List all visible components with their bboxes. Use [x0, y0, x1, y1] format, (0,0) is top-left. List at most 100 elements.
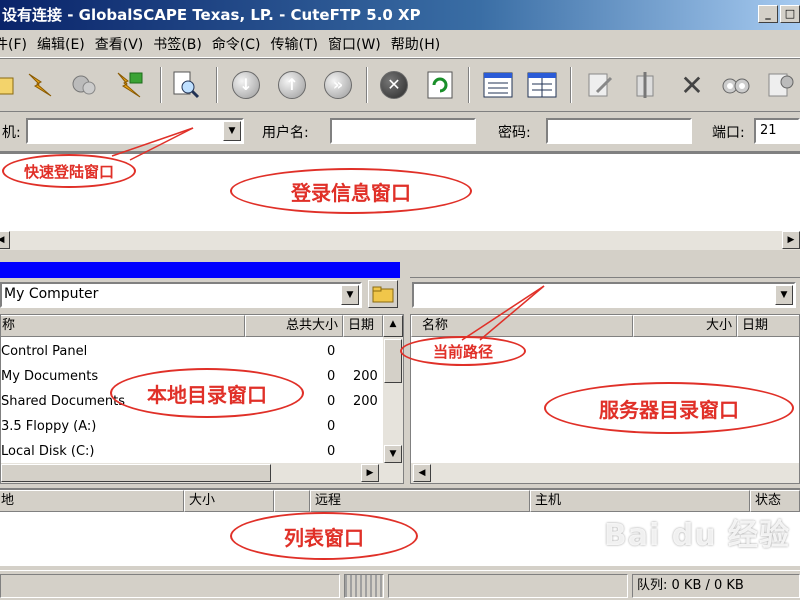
arrow-up-icon: ▲ — [389, 319, 397, 329]
arrow-right-icon: ▶ — [787, 235, 795, 245]
queue-col-local[interactable]: 地 — [0, 490, 184, 512]
local-vertical-scrollbar[interactable]: ▼ — [383, 337, 403, 463]
menu-file[interactable]: 件(F) — [0, 34, 37, 54]
local-path-combo[interactable]: My Computer ▼ — [0, 282, 362, 308]
local-pane-active-bar — [0, 262, 400, 278]
remote-col-date[interactable]: 日期 — [737, 315, 799, 337]
properties-button[interactable] — [628, 67, 664, 103]
connect-button[interactable] — [22, 67, 58, 103]
remote-scroll-left-button[interactable]: ◀ — [413, 464, 431, 482]
view-button[interactable] — [718, 67, 754, 103]
queue-col-remote[interactable]: 远程 — [310, 490, 530, 512]
upload-button[interactable]: ↑ — [274, 67, 310, 103]
site-manager-button[interactable] — [0, 67, 22, 103]
local-scroll-up-button[interactable]: ▲ — [383, 315, 403, 337]
remote-col-name[interactable]: 名称 — [411, 315, 633, 337]
delete-x-icon: ✕ — [680, 68, 704, 102]
lightning-connect-icon — [28, 73, 52, 97]
delete-button[interactable]: ✕ — [674, 67, 710, 103]
minimize-button[interactable]: _ — [758, 5, 778, 23]
reconnect-button[interactable] — [66, 67, 102, 103]
menu-edit[interactable]: 编辑(E) — [37, 34, 95, 54]
refresh-button[interactable] — [422, 67, 458, 103]
annotation-quick-login: 快速登陆窗口 — [2, 154, 136, 188]
list-item[interactable]: Control Panel 0 — [1, 339, 381, 364]
queue-col-status[interactable]: 状态 — [750, 490, 800, 512]
arrow-right-icon: ▶ — [366, 468, 374, 478]
annotation-list-window: 列表窗口 — [230, 512, 418, 560]
queue-col-size[interactable]: 大小 — [184, 490, 274, 512]
username-label: 用户名: — [262, 125, 309, 141]
toolbar-separator — [216, 67, 218, 103]
port-input[interactable]: 21 — [754, 118, 800, 144]
view-list-button[interactable] — [480, 67, 516, 103]
status-panel-main — [0, 574, 340, 598]
password-input[interactable] — [546, 118, 692, 144]
details-view-icon — [527, 72, 557, 98]
menu-view[interactable]: 查看(V) — [95, 34, 154, 54]
local-col-date[interactable]: 日期 — [343, 315, 383, 337]
edit-button[interactable] — [582, 67, 618, 103]
search-button[interactable] — [168, 67, 204, 103]
remote-horizontal-scrollbar[interactable]: ◀ — [411, 463, 799, 483]
minimize-icon: _ — [765, 7, 771, 20]
chevron-down-icon: ▼ — [228, 126, 236, 136]
toolbar-separator — [160, 67, 162, 103]
local-path-value: My Computer — [4, 286, 99, 302]
transfer-queue-button[interactable]: » — [320, 67, 356, 103]
queue-col-blank[interactable] — [274, 490, 310, 512]
view-details-button[interactable] — [524, 67, 560, 103]
list-item[interactable]: Local Disk (C:) 0 — [1, 439, 381, 464]
local-col-size[interactable]: 总共大小 — [245, 315, 343, 337]
local-scroll-right-button[interactable]: ▶ — [361, 464, 379, 482]
disconnect-button[interactable] — [112, 67, 148, 103]
host-dropdown-button[interactable]: ▼ — [223, 121, 241, 141]
binoculars-icon — [722, 78, 750, 94]
remote-path-dropdown[interactable]: ▼ — [775, 285, 793, 305]
pane-splitter[interactable] — [0, 250, 800, 262]
host-label: 机: — [2, 125, 21, 141]
scroll-left-button[interactable]: ◀ — [0, 231, 10, 249]
settings-button[interactable] — [762, 67, 798, 103]
download-button[interactable]: ↓ — [228, 67, 264, 103]
password-label: 密码: — [498, 125, 531, 141]
arrow-down-icon: ▼ — [389, 449, 397, 459]
remote-col-size[interactable]: 大小 — [633, 315, 737, 337]
toolbar-separator — [366, 67, 368, 103]
local-path-dropdown[interactable]: ▼ — [341, 285, 359, 305]
local-scroll-down-button[interactable]: ▼ — [384, 445, 402, 463]
menu-bookmarks[interactable]: 书签(B) — [153, 34, 212, 54]
folder-icon — [372, 286, 394, 303]
arrow-down-icon: ↓ — [232, 71, 260, 99]
menu-transfer[interactable]: 传输(T) — [271, 34, 328, 54]
stop-x-icon: ✕ — [380, 71, 408, 99]
local-col-name[interactable]: 称 — [1, 315, 245, 337]
menu-help[interactable]: 帮助(H) — [391, 34, 450, 54]
edit-document-icon — [588, 73, 613, 97]
maximize-button[interactable]: □ — [780, 5, 800, 23]
queue-col-host[interactable]: 主机 — [530, 490, 750, 512]
local-scroll-thumb[interactable] — [384, 339, 402, 383]
chevron-down-icon: ▼ — [780, 290, 788, 300]
log-horizontal-scrollbar[interactable]: ◀ ▶ — [0, 230, 800, 250]
remote-path-combo[interactable]: ▼ — [412, 282, 796, 308]
stop-button[interactable]: ✕ — [376, 67, 412, 103]
local-folder-up-button[interactable] — [368, 280, 398, 308]
username-input[interactable] — [330, 118, 476, 144]
disconnect-icon — [117, 72, 143, 98]
menu-commands[interactable]: 命令(C) — [212, 34, 271, 54]
gear-document-icon — [768, 73, 794, 97]
menu-window[interactable]: 窗口(W) — [328, 34, 391, 54]
list-item[interactable]: 3.5 Floppy (A:) 0 — [1, 414, 381, 439]
annotation-current-path: 当前路径 — [400, 336, 526, 366]
window-title: 设有连接 - GlobalSCAPE Texas, LP. - CuteFTP … — [2, 6, 421, 24]
file-name: 3.5 Floppy (A:) — [1, 419, 97, 434]
scroll-right-button[interactable]: ▶ — [782, 231, 800, 249]
local-horizontal-scrollbar[interactable]: ▶ — [1, 463, 403, 483]
host-input[interactable]: ▼ — [26, 118, 244, 144]
file-date: 200 — [353, 394, 378, 409]
site-manager-icon — [0, 77, 14, 95]
toolbar-separator — [468, 67, 470, 103]
local-hscroll-thumb[interactable] — [1, 464, 271, 482]
annotation-local-dir: 本地目录窗口 — [110, 368, 304, 418]
